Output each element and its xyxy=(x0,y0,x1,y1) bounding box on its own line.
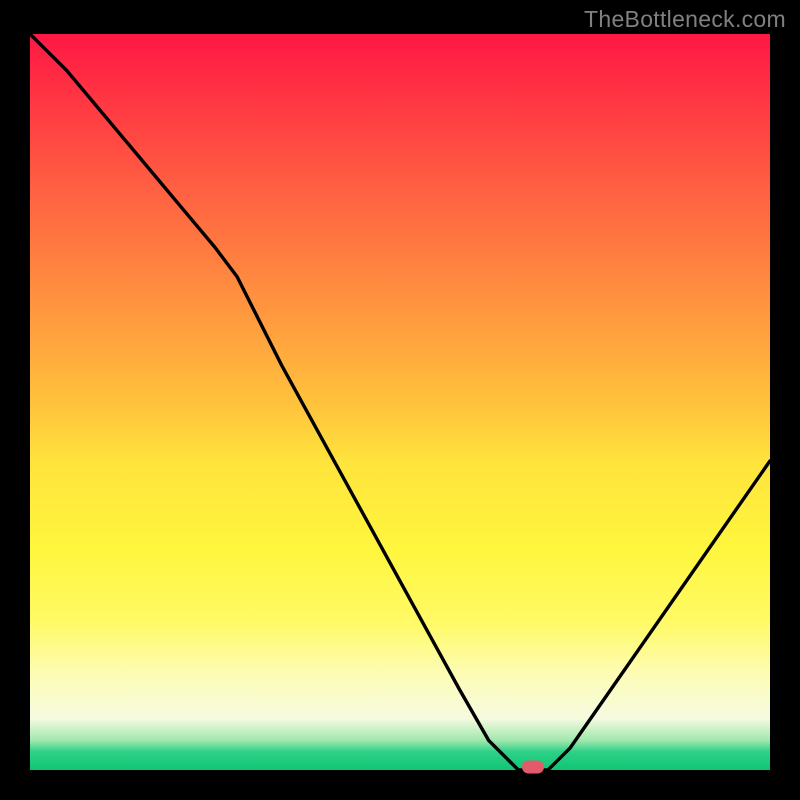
chart-container: TheBottleneck.com xyxy=(0,0,800,800)
curve-layer xyxy=(30,34,770,770)
bottleneck-curve xyxy=(30,34,770,770)
optimal-point-marker xyxy=(522,761,544,774)
plot-area xyxy=(30,34,770,770)
watermark-text: TheBottleneck.com xyxy=(584,6,786,33)
